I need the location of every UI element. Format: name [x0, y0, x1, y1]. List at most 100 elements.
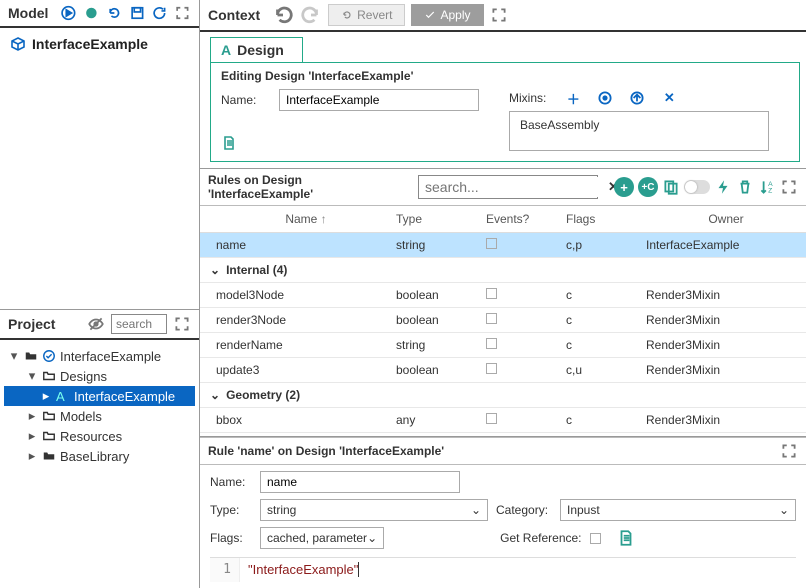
- col-name[interactable]: Name: [216, 212, 396, 226]
- tab-design[interactable]: A Design: [210, 37, 303, 63]
- ed-type-label: Type:: [210, 503, 252, 517]
- visibility-icon[interactable]: [87, 315, 105, 333]
- bolt-icon[interactable]: [714, 178, 732, 196]
- rule-row[interactable]: update3 boolean c,u Render3Mixin: [200, 358, 806, 383]
- apply-button[interactable]: Apply: [411, 4, 483, 26]
- close-icon[interactable]: ✕: [660, 89, 678, 107]
- trash-icon[interactable]: [736, 178, 754, 196]
- expand-icon[interactable]: [780, 442, 798, 460]
- expand-icon[interactable]: [173, 315, 191, 333]
- getref-checkbox[interactable]: [590, 533, 601, 544]
- tree-baselibrary[interactable]: ▸ BaseLibrary: [4, 446, 195, 466]
- arrow-up-icon[interactable]: [628, 89, 646, 107]
- tree-models[interactable]: ▸ Models: [4, 406, 195, 426]
- cube-icon: [10, 36, 26, 52]
- design-a-icon: A: [56, 389, 70, 403]
- col-flags[interactable]: Flags: [566, 212, 646, 226]
- chevron-right-icon[interactable]: ▸: [26, 408, 38, 424]
- project-header: Project: [0, 310, 199, 340]
- chevron-down-icon: ⌄: [779, 503, 789, 517]
- rules-table[interactable]: name string c,p InterfaceExample ⌄ Inter…: [200, 233, 806, 436]
- expand-icon[interactable]: [174, 4, 191, 22]
- expand-icon[interactable]: [780, 178, 798, 196]
- target-icon[interactable]: [596, 89, 614, 107]
- chevron-right-icon[interactable]: ▸: [26, 448, 38, 464]
- design-a-icon: A: [221, 42, 231, 58]
- checkbox[interactable]: [486, 238, 497, 249]
- model-root-name[interactable]: InterfaceExample: [32, 36, 148, 52]
- type-select[interactable]: string⌄: [260, 499, 488, 521]
- project-search-input[interactable]: [111, 314, 167, 334]
- document-icon[interactable]: [221, 135, 237, 151]
- redo-icon[interactable]: [300, 4, 322, 26]
- revert-button[interactable]: Revert: [328, 4, 405, 26]
- rules-search[interactable]: ✕: [418, 175, 598, 199]
- code-editor[interactable]: 1 "InterfaceExample": [210, 557, 796, 582]
- chevron-down-icon: ⌄: [367, 531, 377, 545]
- plus-icon[interactable]: ＋: [564, 89, 582, 107]
- ed-category-label: Category:: [496, 503, 552, 517]
- rule-name-input[interactable]: [260, 471, 460, 493]
- design-body: Editing Design 'InterfaceExample' Name: …: [210, 62, 800, 162]
- ed-flags-label: Flags:: [210, 531, 252, 545]
- col-owner[interactable]: Owner: [646, 212, 806, 226]
- undo-icon[interactable]: [272, 4, 294, 26]
- group-geometry[interactable]: ⌄ Geometry (2): [200, 383, 806, 408]
- folder-solid-icon: [42, 449, 56, 463]
- folder-icon: [42, 409, 56, 423]
- checkbox[interactable]: [486, 338, 497, 349]
- sort-az-icon[interactable]: AZ: [758, 178, 776, 196]
- tree-designs[interactable]: ▾ Designs: [4, 366, 195, 386]
- ed-getref-label: Get Reference:: [500, 531, 581, 545]
- chevron-right-icon[interactable]: ▸: [26, 428, 38, 444]
- model-body: InterfaceExample: [0, 28, 199, 60]
- checkbox[interactable]: [486, 413, 497, 424]
- rules-title: Rules on Design 'InterfaceExample': [208, 173, 410, 201]
- svg-text:Z: Z: [768, 188, 772, 195]
- flags-select[interactable]: cached, parameter⌄: [260, 527, 384, 549]
- play-icon[interactable]: [60, 4, 77, 22]
- chevron-down-icon[interactable]: ⌄: [210, 263, 220, 277]
- chevron-down-icon: ⌄: [471, 503, 481, 517]
- rule-row[interactable]: renderName string c Render3Mixin: [200, 333, 806, 358]
- tree-resources[interactable]: ▸ Resources: [4, 426, 195, 446]
- rules-column-headers: Name Type Events? Flags Owner: [200, 206, 806, 233]
- add-rule-button[interactable]: +: [614, 177, 634, 197]
- record-icon[interactable]: [83, 4, 100, 22]
- design-name-input[interactable]: [279, 89, 479, 111]
- context-title: Context: [208, 7, 260, 23]
- document-icon[interactable]: [617, 529, 635, 547]
- chevron-right-icon[interactable]: ▸: [40, 388, 52, 404]
- chevron-down-icon[interactable]: ▾: [8, 348, 20, 364]
- checkbox[interactable]: [486, 313, 497, 324]
- add-c-button[interactable]: +C: [638, 177, 658, 197]
- mixins-list[interactable]: BaseAssembly: [509, 111, 769, 151]
- copy-icon[interactable]: [662, 178, 680, 196]
- col-type[interactable]: Type: [396, 212, 486, 226]
- editing-subtitle: Editing Design 'InterfaceExample': [221, 69, 789, 83]
- category-select[interactable]: Inpust⌄: [560, 499, 796, 521]
- editor-title: Rule 'name' on Design 'InterfaceExample': [208, 444, 780, 458]
- context-header: Context Revert Apply: [200, 0, 806, 32]
- chevron-down-icon[interactable]: ⌄: [210, 388, 220, 402]
- rule-row[interactable]: render3Node boolean c Render3Mixin: [200, 308, 806, 333]
- col-events[interactable]: Events?: [486, 212, 566, 226]
- save-icon[interactable]: [129, 4, 146, 22]
- expand-icon[interactable]: [490, 6, 508, 24]
- group-internal[interactable]: ⌄ Internal (4): [200, 258, 806, 283]
- rule-editor-panel: Rule 'name' on Design 'InterfaceExample'…: [200, 437, 806, 588]
- tree-design-item[interactable]: ▸ A InterfaceExample: [4, 386, 195, 406]
- undo-icon[interactable]: [106, 4, 123, 22]
- toggle-switch[interactable]: [684, 180, 710, 194]
- rule-row[interactable]: model3Node boolean c Render3Mixin: [200, 283, 806, 308]
- rules-search-input[interactable]: [423, 177, 608, 197]
- rule-row[interactable]: bbox any c Render3Mixin: [200, 408, 806, 433]
- tree-root[interactable]: ▾ InterfaceExample: [4, 346, 195, 366]
- refresh-icon[interactable]: [151, 4, 168, 22]
- checkbox[interactable]: [486, 363, 497, 374]
- checkbox[interactable]: [486, 288, 497, 299]
- chevron-down-icon[interactable]: ▾: [26, 368, 38, 384]
- rules-header: Rules on Design 'InterfaceExample' ✕ + +…: [200, 169, 806, 206]
- editor-header: Rule 'name' on Design 'InterfaceExample': [200, 437, 806, 465]
- rule-row[interactable]: name string c,p InterfaceExample: [200, 233, 806, 258]
